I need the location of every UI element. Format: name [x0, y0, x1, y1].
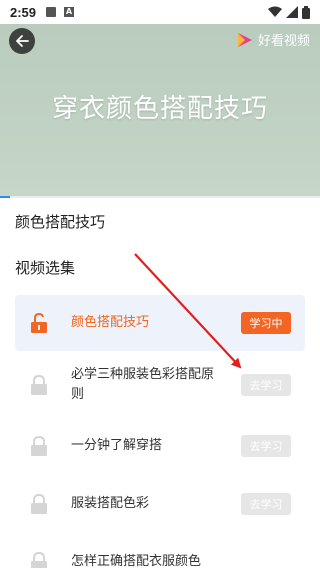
logo-text: 好看视频: [257, 34, 310, 49]
lesson-list: 颜色搭配技巧 学习中 必学三种服装色彩搭配原则 去学习 一分钟了解穿搭 去学习 …: [15, 295, 305, 568]
text-a-icon: A: [64, 7, 75, 17]
status-bar: 2:59 A: [0, 0, 320, 24]
course-title: 颜色搭配技巧: [15, 213, 106, 231]
go-learn-button[interactable]: 去学习: [241, 374, 291, 396]
list-item[interactable]: 服装搭配色彩 去学习: [15, 475, 305, 533]
play-logo-icon: [237, 32, 252, 47]
image-icon: [46, 7, 57, 17]
list-item[interactable]: 怎样正确搭配衣服颜色: [15, 533, 305, 568]
lock-icon: [31, 552, 47, 568]
lock-icon: [31, 494, 47, 514]
video-player[interactable]: 穿衣颜色搭配技巧 好看视频: [0, 24, 320, 198]
battery-icon: [302, 5, 310, 19]
go-learn-button[interactable]: 去学习: [241, 435, 291, 457]
lesson-name: 一分钟了解穿搭: [71, 438, 163, 453]
app-logo: 好看视频: [236, 30, 310, 49]
lesson-name: 颜色搭配技巧: [71, 315, 150, 330]
list-item[interactable]: 一分钟了解穿搭 去学习: [15, 417, 305, 475]
back-arrow-icon: [16, 35, 29, 47]
section-title: 视频选集: [15, 259, 76, 277]
go-learn-button[interactable]: 去学习: [241, 493, 291, 515]
lesson-name: 怎样正确搭配衣服颜色: [71, 554, 202, 568]
learning-button[interactable]: 学习中: [241, 312, 291, 334]
wifi-icon: [268, 6, 282, 17]
lock-icon: [31, 436, 47, 456]
unlock-icon: [31, 313, 47, 333]
video-progress-fill: [0, 196, 10, 198]
list-item[interactable]: 必学三种服装色彩搭配原则 去学习: [15, 353, 305, 417]
signal-icon: [286, 6, 298, 18]
status-time: 2:59: [10, 4, 37, 20]
back-button[interactable]: [9, 28, 35, 54]
lesson-name: 必学三种服装色彩搭配原则: [71, 367, 215, 402]
lock-icon: [31, 375, 47, 395]
lesson-name: 服装搭配色彩: [71, 496, 150, 511]
list-item[interactable]: 颜色搭配技巧 学习中: [15, 295, 305, 351]
video-title: 穿衣颜色搭配技巧: [51, 94, 268, 124]
video-progress-track[interactable]: [0, 196, 320, 198]
